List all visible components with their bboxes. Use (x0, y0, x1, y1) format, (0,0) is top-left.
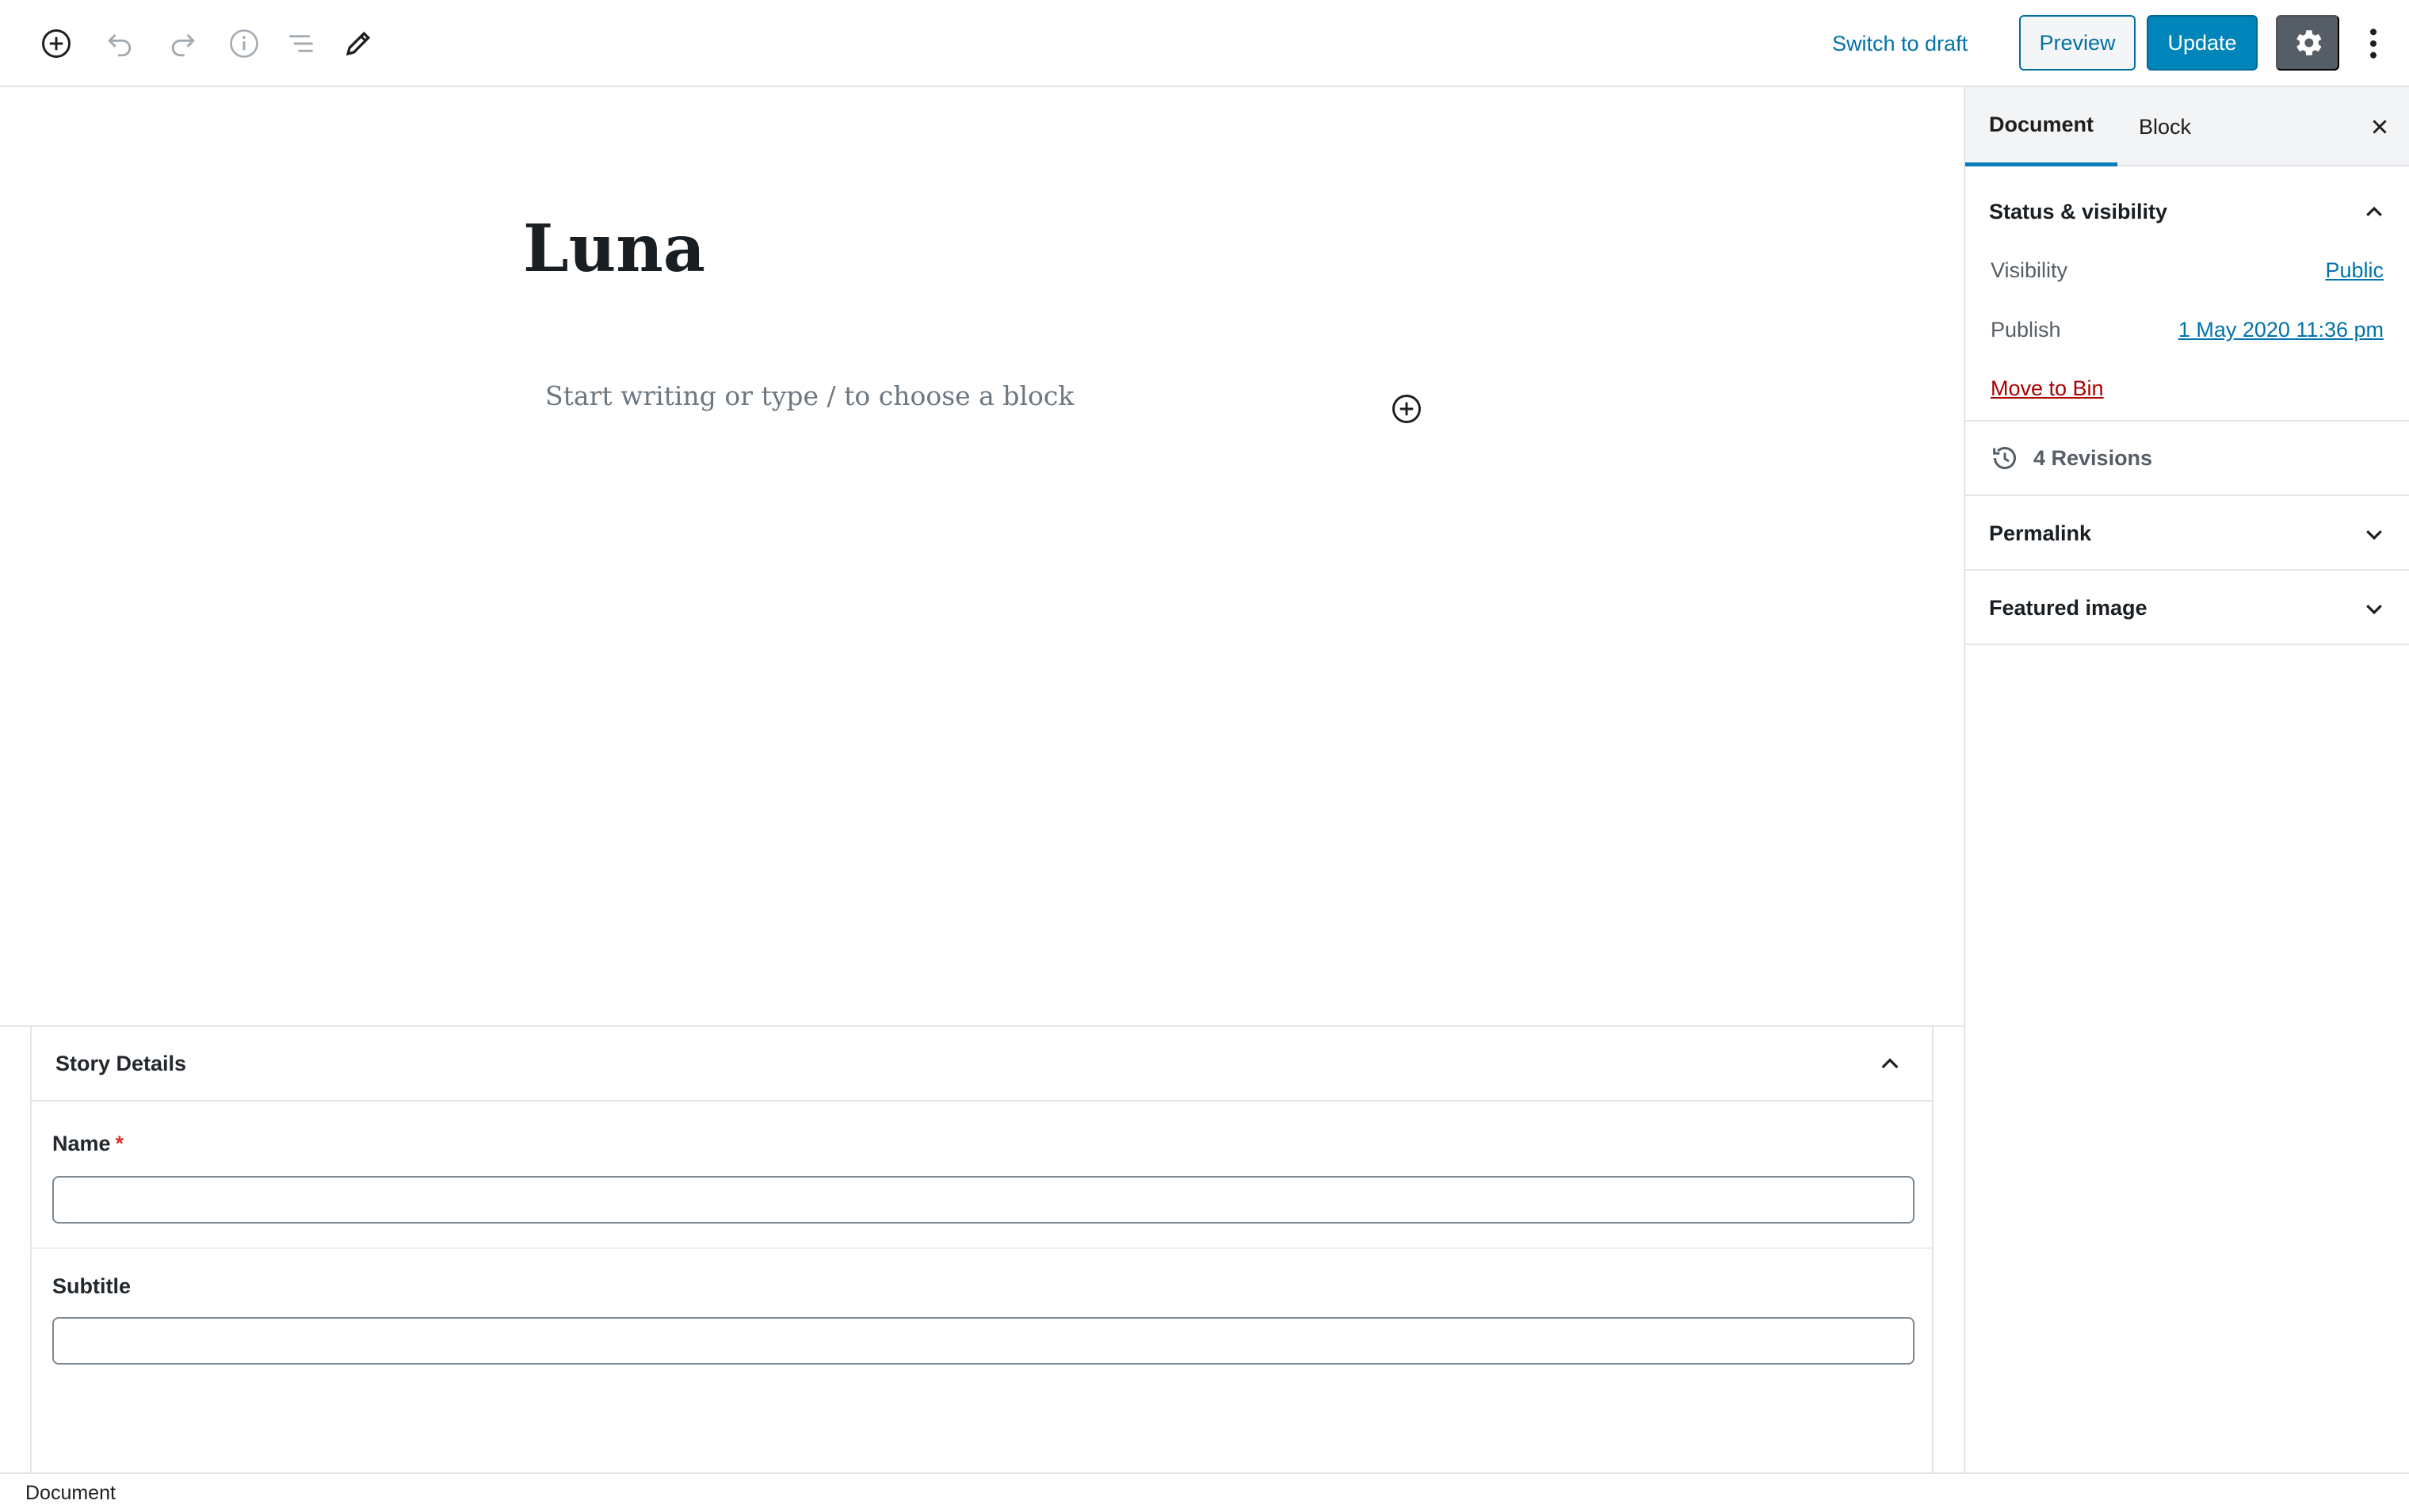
info-icon[interactable] (220, 20, 268, 67)
switch-to-draft-button[interactable]: Switch to draft (1823, 20, 1977, 67)
revisions-label: 4 Revisions (2033, 445, 2153, 470)
panel-toggle[interactable] (2358, 197, 2390, 228)
permalink-title[interactable]: Permalink (1989, 521, 2091, 546)
metabox-header[interactable]: Story Details (32, 1027, 1932, 1102)
close-sidebar-button[interactable] (2361, 109, 2398, 145)
status-visibility-panel: Status & visibility Visibility Public Pu… (1965, 166, 2409, 422)
subtitle-field-group: Subtitle (32, 1249, 1932, 1395)
status-visibility-title[interactable]: Status & visibility (1989, 200, 2167, 224)
name-input[interactable] (52, 1176, 1915, 1224)
name-field-label: Name * (52, 1132, 124, 1156)
chevron-down-icon (2366, 605, 2382, 615)
preview-button[interactable]: Preview (2019, 15, 2136, 71)
edit-tools-icon[interactable] (334, 20, 382, 67)
panel-toggle[interactable] (2358, 518, 2390, 550)
sidebar-tabs: Document Block (1965, 87, 2409, 166)
name-label-text: Name (52, 1132, 111, 1155)
close-icon (2373, 120, 2387, 134)
revisions-panel: 4 Revisions (1965, 422, 2409, 496)
revisions-link[interactable]: 4 Revisions (1989, 442, 2152, 474)
block-placeholder[interactable]: Start writing or type / to choose a bloc… (545, 380, 1074, 411)
publish-label: Publish (1991, 318, 2061, 342)
chevron-up-icon (2366, 206, 2382, 216)
breadcrumb[interactable]: Document (25, 1482, 116, 1505)
tab-block[interactable]: Block (2117, 87, 2212, 166)
add-block-icon (1392, 395, 1421, 423)
panel-toggle[interactable] (2358, 593, 2390, 624)
list-view-icon[interactable] (277, 20, 325, 67)
editor-header: Switch to draft Preview Update (0, 0, 2409, 87)
settings-button[interactable] (2276, 15, 2339, 71)
update-button[interactable]: Update (2147, 15, 2258, 71)
redo-icon[interactable] (159, 20, 207, 67)
settings-sidebar: Document Block Status & visibility Visib… (1964, 87, 2409, 1472)
add-block-icon[interactable] (32, 20, 80, 67)
chevron-up-icon (1881, 1058, 1899, 1069)
subtitle-input[interactable] (52, 1317, 1915, 1365)
metabox-toggle-button[interactable] (1872, 1046, 1908, 1082)
inline-inserter-button[interactable] (1388, 391, 1425, 427)
visibility-value-link[interactable]: Public (2325, 258, 2384, 283)
footer-bar: Document (0, 1472, 2409, 1512)
more-options-button[interactable] (2354, 20, 2393, 67)
visibility-label: Visibility (1991, 258, 2068, 282)
story-details-metabox: Story Details Name * Subtitle (30, 1027, 1934, 1474)
metabox-title: Story Details (55, 1051, 187, 1075)
gear-icon (2296, 30, 2322, 55)
chevron-down-icon (2366, 530, 2382, 540)
post-title[interactable]: Luna (523, 210, 705, 288)
featured-image-panel[interactable]: Featured image (1965, 571, 2409, 645)
move-to-bin-link[interactable]: Move to Bin (1991, 376, 2104, 401)
subtitle-field-label: Subtitle (52, 1274, 131, 1298)
required-marker: * (115, 1132, 124, 1155)
more-vertical-icon (2369, 29, 2377, 59)
name-field-group: Name * (32, 1102, 1932, 1247)
undo-icon[interactable] (96, 20, 143, 67)
publish-date-link[interactable]: 1 May 2020 11:36 pm (2178, 318, 2384, 342)
tab-document[interactable]: Document (1965, 87, 2117, 166)
history-icon (1993, 447, 2016, 469)
metabox-area: Story Details Name * Subtitle (0, 1025, 1964, 1474)
featured-image-title[interactable]: Featured image (1989, 596, 2147, 620)
permalink-panel[interactable]: Permalink (1965, 496, 2409, 571)
